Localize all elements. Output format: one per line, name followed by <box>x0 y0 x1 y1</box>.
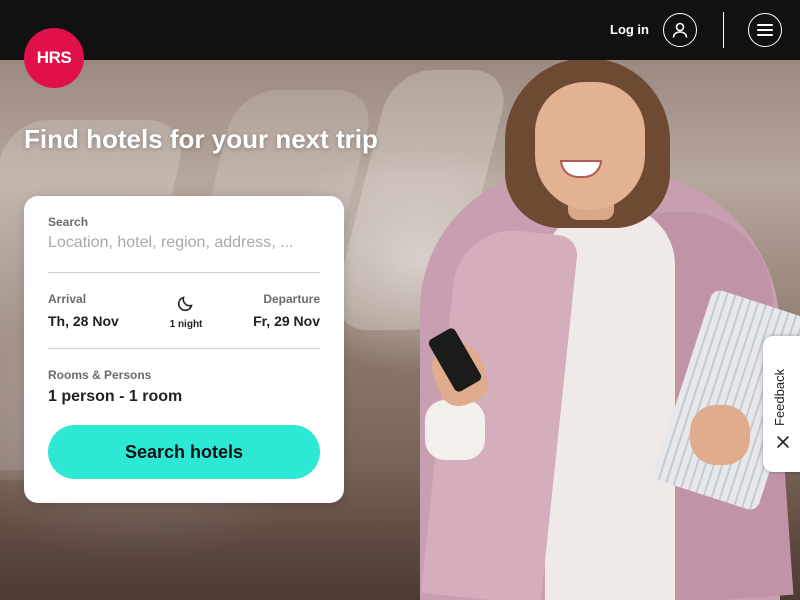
nights-indicator: 1 night <box>164 294 208 330</box>
hamburger-menu-icon <box>757 24 773 36</box>
divider <box>48 348 320 349</box>
hrs-logo[interactable]: HRS <box>24 28 84 88</box>
rooms-persons-field[interactable]: 1 person - 1 room <box>48 388 182 406</box>
logo-text: HRS <box>36 48 72 67</box>
page-headline: Find hotels for your next trip <box>24 124 378 154</box>
top-navigation-bar: Log in <box>0 0 800 60</box>
search-label: Search <box>48 215 89 229</box>
divider <box>48 272 320 273</box>
close-icon[interactable] <box>775 434 791 450</box>
login-link[interactable]: Log in <box>610 22 649 37</box>
moon-icon <box>177 296 193 312</box>
user-icon <box>672 22 688 38</box>
departure-date-field[interactable]: Fr, 29 Nov <box>253 313 320 329</box>
search-hotels-button[interactable]: Search hotels <box>48 425 320 479</box>
feedback-tab[interactable]: Feedback <box>763 336 800 472</box>
user-account-button[interactable] <box>663 13 697 47</box>
hotel-search-card: Search Arrival Th, 28 Nov 1 night Depart… <box>24 196 344 503</box>
feedback-label: Feedback <box>772 368 787 426</box>
rooms-persons-label: Rooms & Persons <box>48 368 152 382</box>
arrival-label: Arrival <box>48 292 87 306</box>
nights-count: 1 night <box>169 319 203 330</box>
departure-label: Departure <box>263 292 320 306</box>
search-input[interactable] <box>48 234 320 252</box>
arrival-date-field[interactable]: Th, 28 Nov <box>48 313 119 329</box>
header-divider <box>723 12 724 48</box>
main-menu-button[interactable] <box>748 13 782 47</box>
